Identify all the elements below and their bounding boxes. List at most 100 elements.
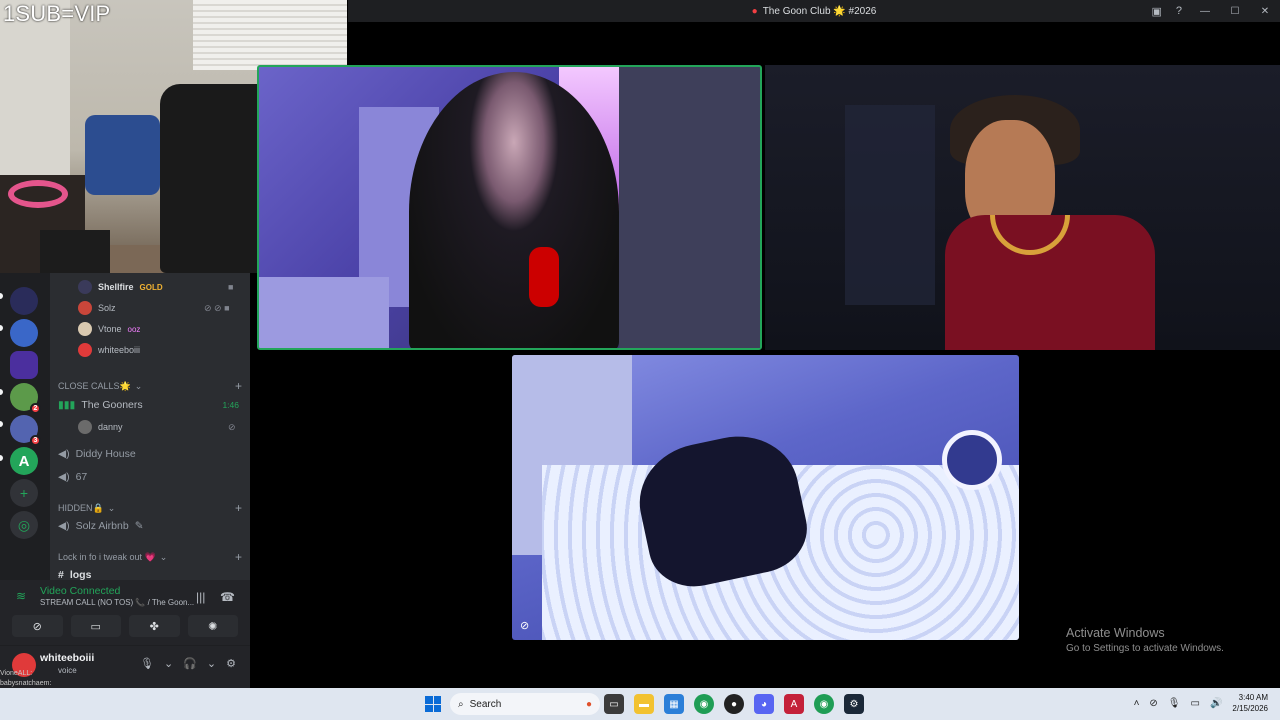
category-hidden[interactable]: HIDDEN🔒 ⌄ + (58, 501, 242, 515)
channel-label: Solz Airbnb (75, 520, 129, 532)
server-indicator (0, 325, 3, 331)
soundboard-button[interactable]: ✺ (187, 615, 238, 637)
acrobat-icon[interactable]: A (784, 694, 804, 714)
voice-active-icon: ▮▮▮ (58, 399, 76, 411)
taskbar-clock[interactable]: 3:40 AM 2/15/2026 (1232, 692, 1268, 714)
noise-suppression-icon[interactable]: ||| (196, 590, 205, 604)
speaker-icon: ◀) (58, 520, 70, 532)
voice-status: Video Connected (40, 585, 121, 597)
server-indicator (0, 293, 3, 299)
channel-solz-airbnb[interactable]: ◀) Solz Airbnb ✎ (58, 516, 242, 536)
chrome-icon[interactable]: ◉ (694, 694, 714, 714)
discord-icon[interactable]: ◕ (754, 694, 774, 714)
window-title: The Goon Club 🌟 #2026 (762, 5, 877, 17)
category-lock-in[interactable]: Lock in fo i tweak out 💗 ⌄ + (58, 550, 242, 564)
store-icon[interactable]: ▦ (664, 694, 684, 714)
camera-toggle-button[interactable]: ⊘ (12, 615, 63, 637)
speaker-icon: ◀) (58, 448, 70, 460)
voice-user[interactable]: Solz ⊘ ⊘ ■ (78, 299, 230, 317)
app-icon[interactable]: ● (724, 694, 744, 714)
add-channel-icon[interactable]: + (235, 379, 242, 393)
muted-icon: ⊘ ⊘ ■ (204, 302, 230, 313)
screen-share-button[interactable]: ▭ (70, 615, 121, 637)
activate-windows-watermark: Activate Windows Go to Settings to activ… (1066, 626, 1224, 654)
clock-time: 3:40 AM (1238, 693, 1268, 702)
add-channel-icon[interactable]: + (235, 501, 242, 515)
add-server-icon[interactable]: + (10, 479, 38, 507)
muted-icon: ⊘ (228, 421, 236, 432)
call-timer: 1:46 (222, 400, 239, 410)
voice-user[interactable]: whiteeboiii (78, 341, 140, 359)
voice-user[interactable]: Shellfire GOLD ■ (78, 278, 233, 296)
channel-the-gooners[interactable]: ▮▮▮ The Gooners 1:46 (58, 395, 242, 415)
inbox-icon[interactable]: ▣ (1151, 5, 1161, 18)
server-icon[interactable]: 3 (10, 415, 41, 446)
voice-connection-panel: ≋ Video Connected STREAM CALL (NO TOS) 📞… (0, 580, 250, 646)
search-icon: ⌕ (458, 698, 464, 710)
speaker-icon: ◀) (58, 471, 70, 483)
chrome-profile-icon[interactable]: ◉ (814, 694, 834, 714)
disconnect-icon[interactable]: ☎ (220, 590, 235, 604)
avatar (78, 280, 92, 294)
role-tag: GOLD (139, 282, 163, 292)
windows-start-icon[interactable] (425, 696, 441, 712)
network-icon[interactable]: ⊘ (1149, 698, 1157, 709)
help-icon[interactable]: ? (1176, 5, 1182, 17)
server-icon[interactable]: A (10, 447, 38, 475)
volume-icon[interactable]: 🔊 (1210, 698, 1222, 709)
edit-icon: ✎ (134, 520, 144, 532)
category-close-calls[interactable]: CLOSE CALLS🌟 ⌄ + (58, 379, 242, 393)
activities-button[interactable]: ✤ (129, 615, 180, 637)
role-tag: ooz (127, 324, 141, 334)
display-icon[interactable]: ▭ (1191, 698, 1200, 709)
steam-icon[interactable]: ⚙ (844, 694, 864, 714)
voice-user-name: danny (98, 422, 123, 432)
chevron-up-icon[interactable]: ˄ (1134, 698, 1140, 709)
file-explorer-icon[interactable]: ▬ (634, 694, 654, 714)
user-name[interactable]: whiteeboiii (40, 652, 94, 664)
hash-icon: # (58, 569, 64, 580)
server-icon[interactable] (10, 351, 38, 379)
video-tile[interactable] (765, 65, 1280, 350)
server-indicator (0, 389, 3, 395)
mention-badge: 2 (30, 403, 41, 414)
minimize-button[interactable]: — (1190, 0, 1220, 22)
server-icon[interactable]: 2 (10, 383, 41, 414)
clock-date: 2/15/2026 (1232, 704, 1268, 713)
video-tile[interactable] (257, 65, 762, 350)
taskbar-search[interactable]: ⌕ Search ● (450, 693, 600, 715)
add-channel-icon[interactable]: + (235, 550, 242, 564)
server-icon: ● (751, 5, 758, 17)
channel-label: The Gooners (81, 399, 143, 411)
video-tile[interactable]: ⊘ (512, 355, 1019, 640)
close-button[interactable]: ✕ (1250, 0, 1280, 22)
voice-user-name: Solz (98, 303, 116, 313)
task-view-icon[interactable]: ▭ (604, 694, 624, 714)
server-icon[interactable] (10, 287, 38, 315)
server-indicator (0, 455, 3, 461)
voice-user-name: Shellfire (98, 282, 134, 292)
camera-off-icon: ⊘ (520, 620, 530, 632)
maximize-button[interactable]: ☐ (1220, 0, 1250, 22)
server-icon[interactable] (10, 319, 38, 347)
connection-icon[interactable]: ≋ (16, 589, 26, 603)
voice-channel-info[interactable]: STREAM CALL (NO TOS) 📞 / The Goon... (40, 598, 194, 607)
discover-icon[interactable]: ◎ (10, 511, 38, 539)
server-indicator (0, 421, 3, 427)
channel-logs[interactable]: # logs (58, 565, 242, 580)
stream-chat-overlay: VioneALL: babysnatchaem: (0, 669, 250, 689)
channel-67[interactable]: ◀) 67 (58, 467, 242, 487)
camera-icon: ■ (228, 282, 234, 292)
voice-user[interactable]: Vtone ooz (78, 320, 140, 338)
channel-diddy-house[interactable]: ◀) Diddy House (58, 444, 242, 464)
windows-taskbar: ⌕ Search ● ▭ ▬ ▦ ◉ ● ◕ A ◉ ⚙ ˄ ⊘ 🎙 ▭ 🔊 3… (0, 688, 1280, 720)
channel-label: 67 (75, 471, 88, 483)
channel-label: Diddy House (75, 448, 136, 460)
voice-user[interactable]: danny ⊘ (78, 418, 236, 436)
avatar (78, 343, 92, 357)
avatar (78, 420, 92, 434)
microphone-icon[interactable]: 🎙 (1168, 698, 1181, 709)
activate-subtitle: Go to Settings to activate Windows. (1066, 643, 1224, 654)
chat-line: VioneALL: (0, 670, 33, 677)
activate-title: Activate Windows (1066, 626, 1165, 640)
